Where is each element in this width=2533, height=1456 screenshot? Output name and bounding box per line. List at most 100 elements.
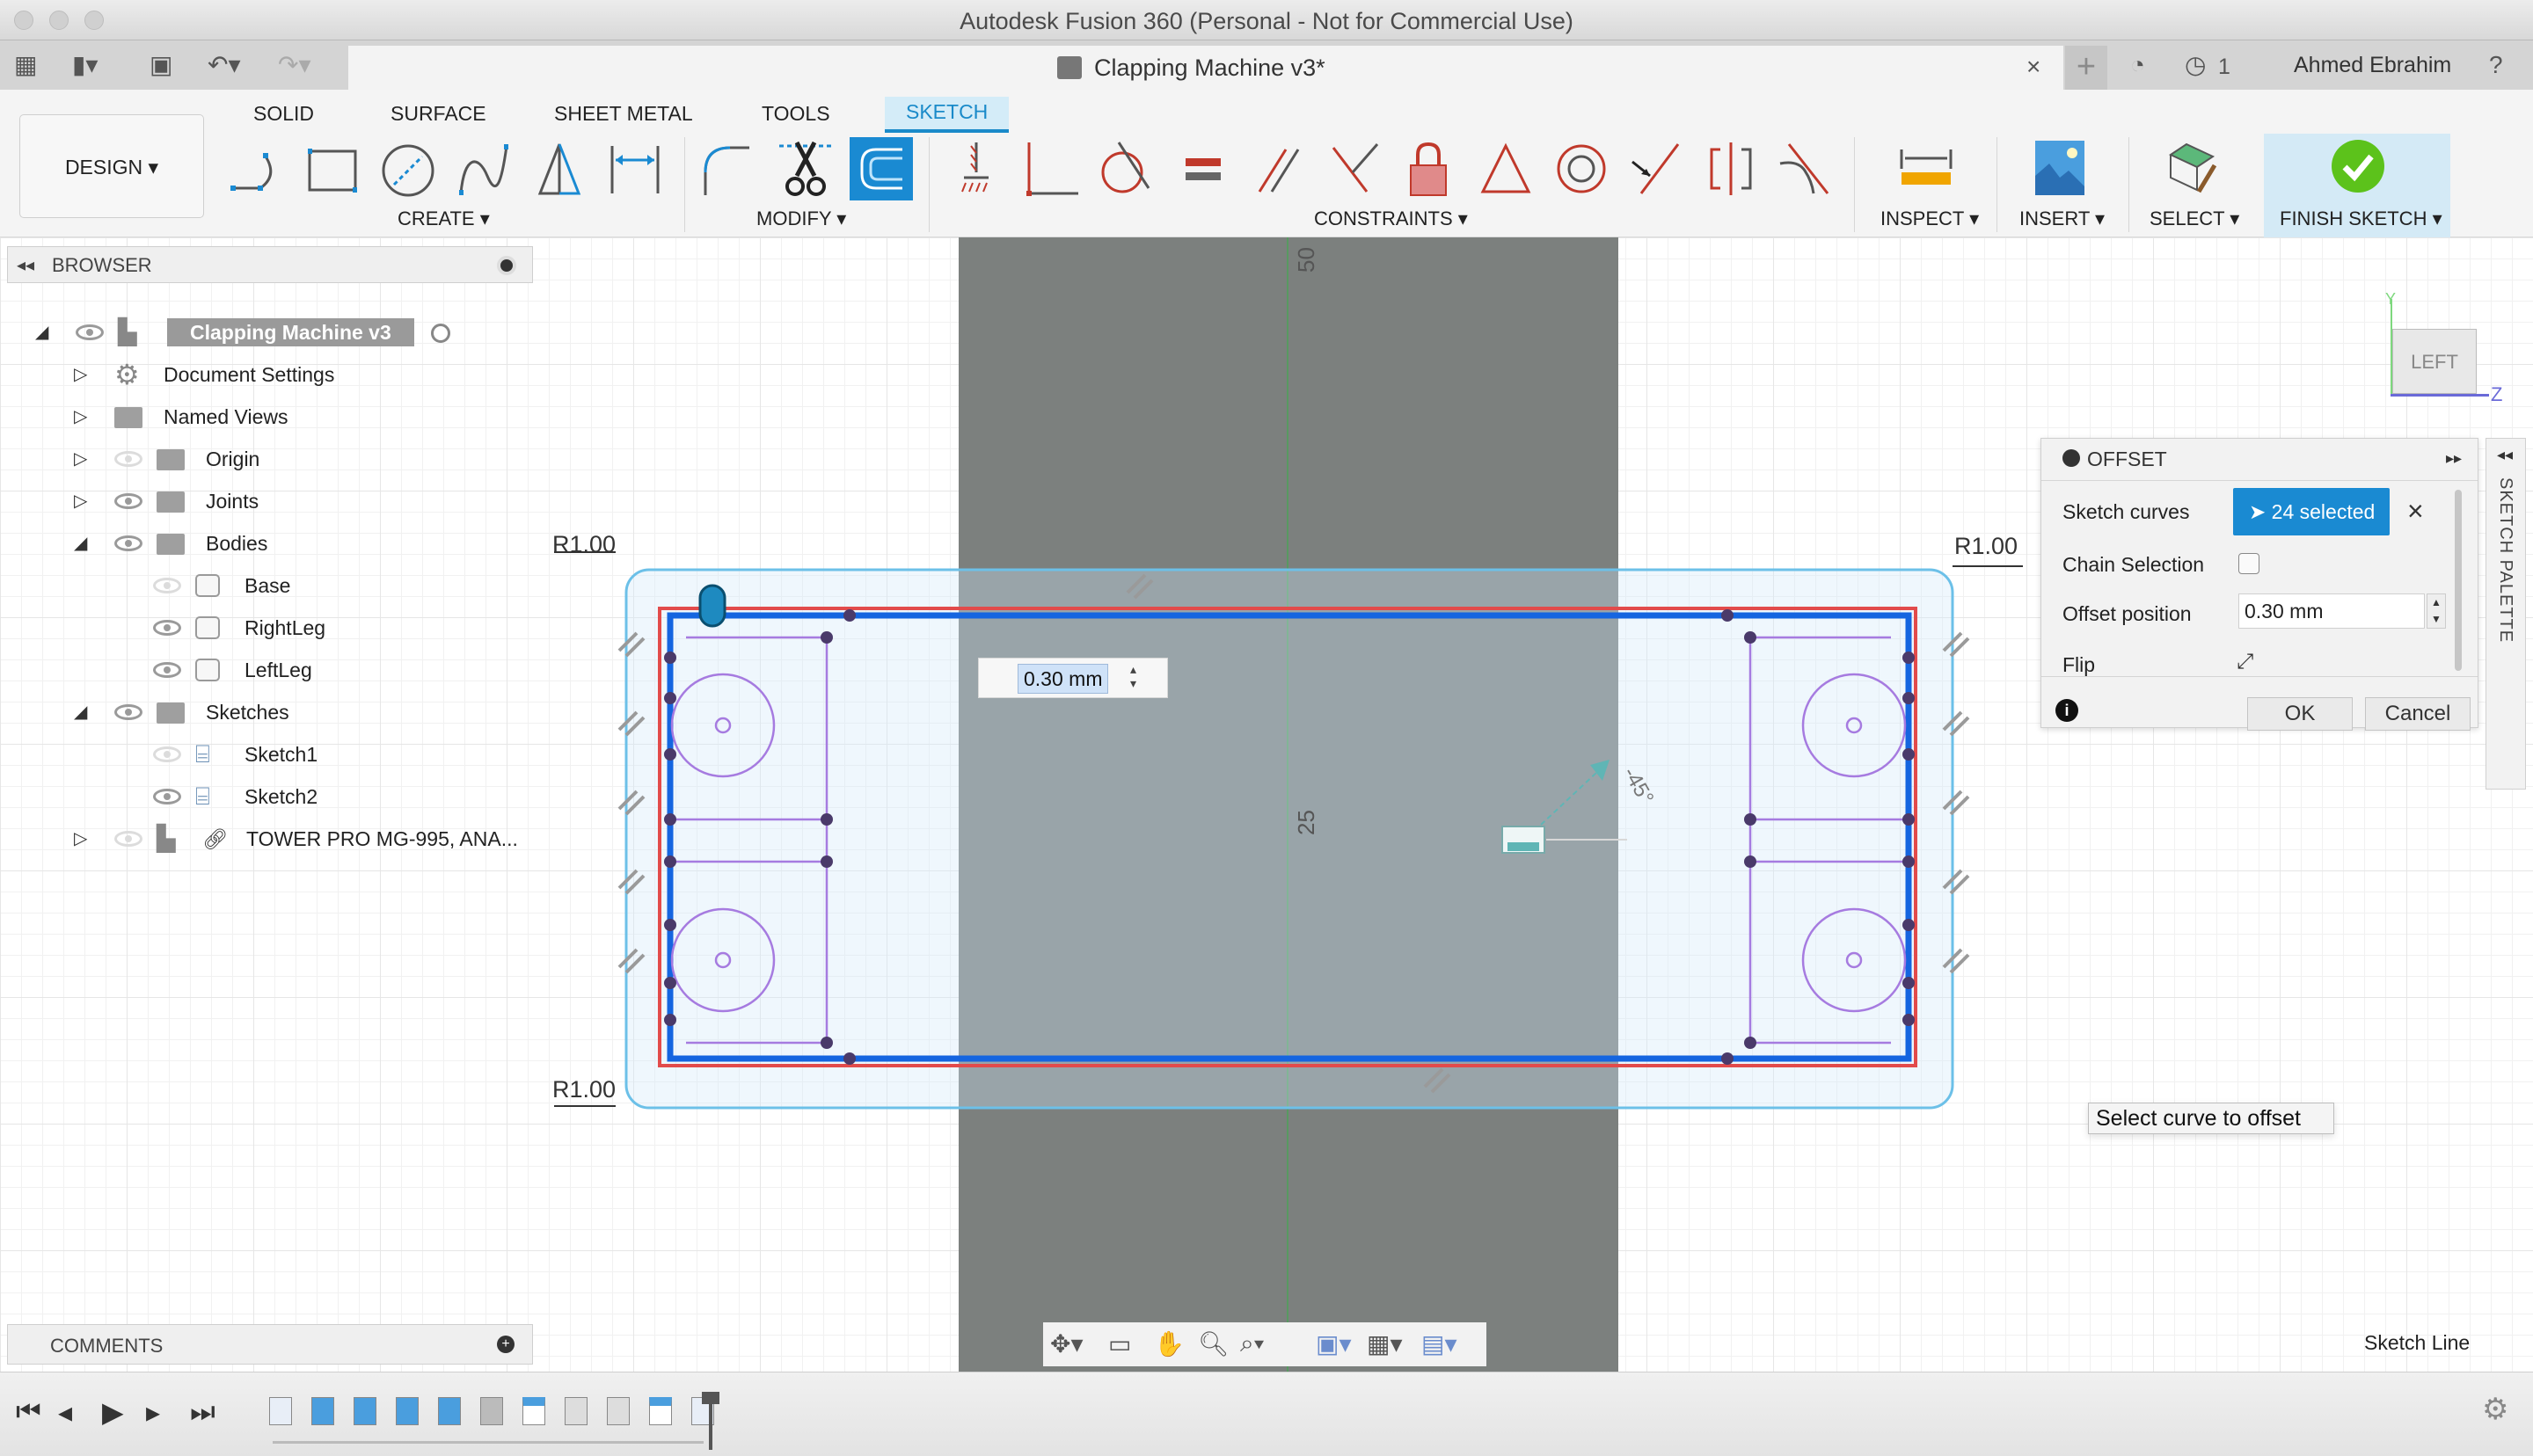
help-icon[interactable]: ? xyxy=(2489,53,2503,77)
perpendicular-constraint[interactable] xyxy=(1323,137,1386,200)
workspace-switcher[interactable]: DESIGN ▾ xyxy=(19,114,204,218)
offset-tool[interactable] xyxy=(850,137,913,200)
user-name[interactable]: Ahmed Ebrahim xyxy=(2294,53,2451,78)
create-menu[interactable]: CREATE ▾ xyxy=(398,207,490,230)
tangent-constraint[interactable] xyxy=(1094,137,1157,200)
timeline-feature-extrude-icon[interactable] xyxy=(354,1397,376,1425)
flip-icon[interactable]: ⤢ xyxy=(2237,650,2253,674)
browser-item[interactable]: ◢ Sketches xyxy=(0,695,537,730)
coincident-constraint[interactable] xyxy=(1020,137,1084,200)
timeline-feature-extrude-icon[interactable] xyxy=(396,1397,419,1425)
mirror-tool[interactable] xyxy=(528,137,591,200)
visibility-eye-icon[interactable] xyxy=(153,620,181,636)
design-canvas[interactable]: R1.00 R1.00 R1.00 50 25 -45° 0.30 mm ▴ ▾ … xyxy=(0,237,2533,1372)
step-back-button[interactable]: ◂ xyxy=(58,1395,72,1429)
line-tool[interactable] xyxy=(227,137,290,200)
insert-menu[interactable]: INSERT ▾ xyxy=(2019,207,2105,230)
timeline-feature-sketch-icon[interactable] xyxy=(269,1397,292,1425)
extensions-icon[interactable]: ◔ xyxy=(2130,53,2145,77)
pan-icon[interactable]: ✋ xyxy=(1154,1329,1185,1358)
sketch-curves-selector[interactable]: ➤ 24 selected xyxy=(2233,488,2390,535)
activate-component-radio[interactable] xyxy=(431,324,450,343)
expand-palette-icon[interactable]: ◂◂ xyxy=(2497,446,2513,464)
hidden-eye-icon[interactable] xyxy=(153,746,181,762)
sketch-dimension-tool[interactable] xyxy=(603,137,667,200)
browser-item[interactable]: Base xyxy=(0,568,537,603)
close-tab-icon[interactable]: × xyxy=(2026,53,2040,81)
save-icon[interactable]: ▣ xyxy=(150,53,172,77)
radius-dimension-top-left[interactable]: R1.00 xyxy=(552,531,616,558)
timeline-feature-joint-icon[interactable] xyxy=(480,1397,503,1425)
browser-item[interactable]: ▷ Joints xyxy=(0,484,537,519)
spline-tool[interactable] xyxy=(452,137,515,200)
timeline-feature-extrude-icon[interactable] xyxy=(311,1397,334,1425)
offset-position-input[interactable]: 0.30 mm xyxy=(2238,593,2425,629)
fit-icon[interactable]: ⌕▾ xyxy=(1240,1329,1264,1358)
fillet-tool[interactable] xyxy=(698,137,762,200)
select-menu[interactable]: SELECT ▾ xyxy=(2150,207,2239,230)
hidden-eye-icon[interactable] xyxy=(114,831,142,847)
info-icon[interactable]: i xyxy=(2055,699,2078,722)
play-button[interactable]: ▶ xyxy=(102,1395,124,1429)
lock-constraint[interactable] xyxy=(1397,137,1460,200)
visibility-eye-icon[interactable] xyxy=(114,535,142,551)
display-settings-icon[interactable]: ▣▾ xyxy=(1316,1329,1352,1358)
curvature-constraint[interactable] xyxy=(1773,137,1836,200)
redo-icon[interactable]: ↷▾ xyxy=(278,53,311,77)
clear-selection-icon[interactable]: × xyxy=(2407,495,2424,528)
ok-button[interactable]: OK xyxy=(2247,697,2353,731)
browser-item[interactable]: ◢ ▙ Clapping Machine v3 xyxy=(0,315,537,350)
radius-dimension-bottom-left[interactable]: R1.00 xyxy=(552,1076,616,1103)
visibility-eye-icon[interactable] xyxy=(153,662,181,678)
tab-solid[interactable]: SOLID xyxy=(253,102,314,126)
finish-sketch-button[interactable]: FINISH SKETCH ▾ xyxy=(2264,134,2450,237)
tab-sketch[interactable]: SKETCH xyxy=(885,97,1010,133)
dialog-collapse-icon[interactable] xyxy=(2062,449,2080,467)
browser-item[interactable]: ◢ Bodies xyxy=(0,526,537,561)
symmetry-constraint[interactable] xyxy=(1699,137,1763,200)
tab-tools[interactable]: TOOLS xyxy=(762,102,830,126)
midpoint-constraint[interactable] xyxy=(1474,137,1537,200)
undo-icon[interactable]: ↶▾ xyxy=(208,53,241,77)
viewports-icon[interactable]: ▤▾ xyxy=(1421,1329,1457,1358)
browser-item[interactable]: LeftLeg xyxy=(0,652,537,688)
step-forward-button[interactable]: ▸ xyxy=(146,1395,160,1429)
concentric-constraint[interactable] xyxy=(1550,137,1613,200)
browser-item[interactable]: ▷ Named Views xyxy=(0,399,537,434)
browser-item[interactable]: ⌸ Sketch2 xyxy=(0,779,537,814)
browser-pin-icon[interactable] xyxy=(497,256,516,275)
select-tool[interactable] xyxy=(2160,137,2223,200)
timeline-settings-icon[interactable]: ⚙ xyxy=(2482,1392,2508,1427)
fix-constraint[interactable] xyxy=(945,137,1008,200)
offset-floating-input[interactable]: 0.30 mm ▴ ▾ xyxy=(978,658,1168,698)
circle-tool[interactable] xyxy=(376,137,440,200)
collapse-browser-icon[interactable]: ◂◂ xyxy=(17,254,34,276)
view-cube[interactable]: LEFT Y Z xyxy=(2385,290,2502,405)
radius-dimension-top-right[interactable]: R1.00 xyxy=(1954,533,2018,560)
dialog-scrollbar[interactable] xyxy=(2455,490,2462,671)
expand-arrow-icon[interactable]: ▷ xyxy=(74,484,87,519)
browser-item[interactable]: ▷ Origin xyxy=(0,441,537,477)
expand-dialog-icon[interactable]: ▸▸ xyxy=(2446,449,2462,468)
hidden-eye-icon[interactable] xyxy=(153,578,181,593)
sketch-palette-collapsed[interactable]: ◂◂ SKETCH PALETTE xyxy=(2486,438,2526,790)
timeline-feature-rigid-group-icon[interactable] xyxy=(649,1397,672,1425)
trim-tool[interactable] xyxy=(774,137,837,200)
collapse-arrow-icon[interactable]: ◢ xyxy=(74,526,87,561)
expand-arrow-icon[interactable]: ▷ xyxy=(74,441,87,477)
app-grid-icon[interactable]: ▦ xyxy=(14,53,37,77)
visibility-eye-icon[interactable] xyxy=(114,704,142,720)
zoom-icon[interactable]: 🔍︎ xyxy=(1198,1329,1230,1358)
tab-sheet-metal[interactable]: SHEET METAL xyxy=(554,102,693,126)
collapse-arrow-icon[interactable]: ◢ xyxy=(74,695,87,730)
timeline-feature-as-built-joint-icon[interactable] xyxy=(607,1397,630,1425)
grid-settings-icon[interactable]: ▦▾ xyxy=(1367,1329,1403,1358)
floating-spinner-icon[interactable]: ▴ ▾ xyxy=(1130,662,1136,690)
orbit-icon[interactable]: ✥▾ xyxy=(1050,1329,1084,1358)
modify-menu[interactable]: MODIFY ▾ xyxy=(756,207,846,230)
add-comment-icon[interactable]: + xyxy=(497,1336,515,1353)
browser-item[interactable]: ⌸ Sketch1 xyxy=(0,737,537,772)
insert-image-tool[interactable] xyxy=(2028,137,2091,200)
constraints-menu[interactable]: CONSTRAINTS ▾ xyxy=(1314,207,1468,230)
browser-item[interactable]: RightLeg xyxy=(0,610,537,645)
